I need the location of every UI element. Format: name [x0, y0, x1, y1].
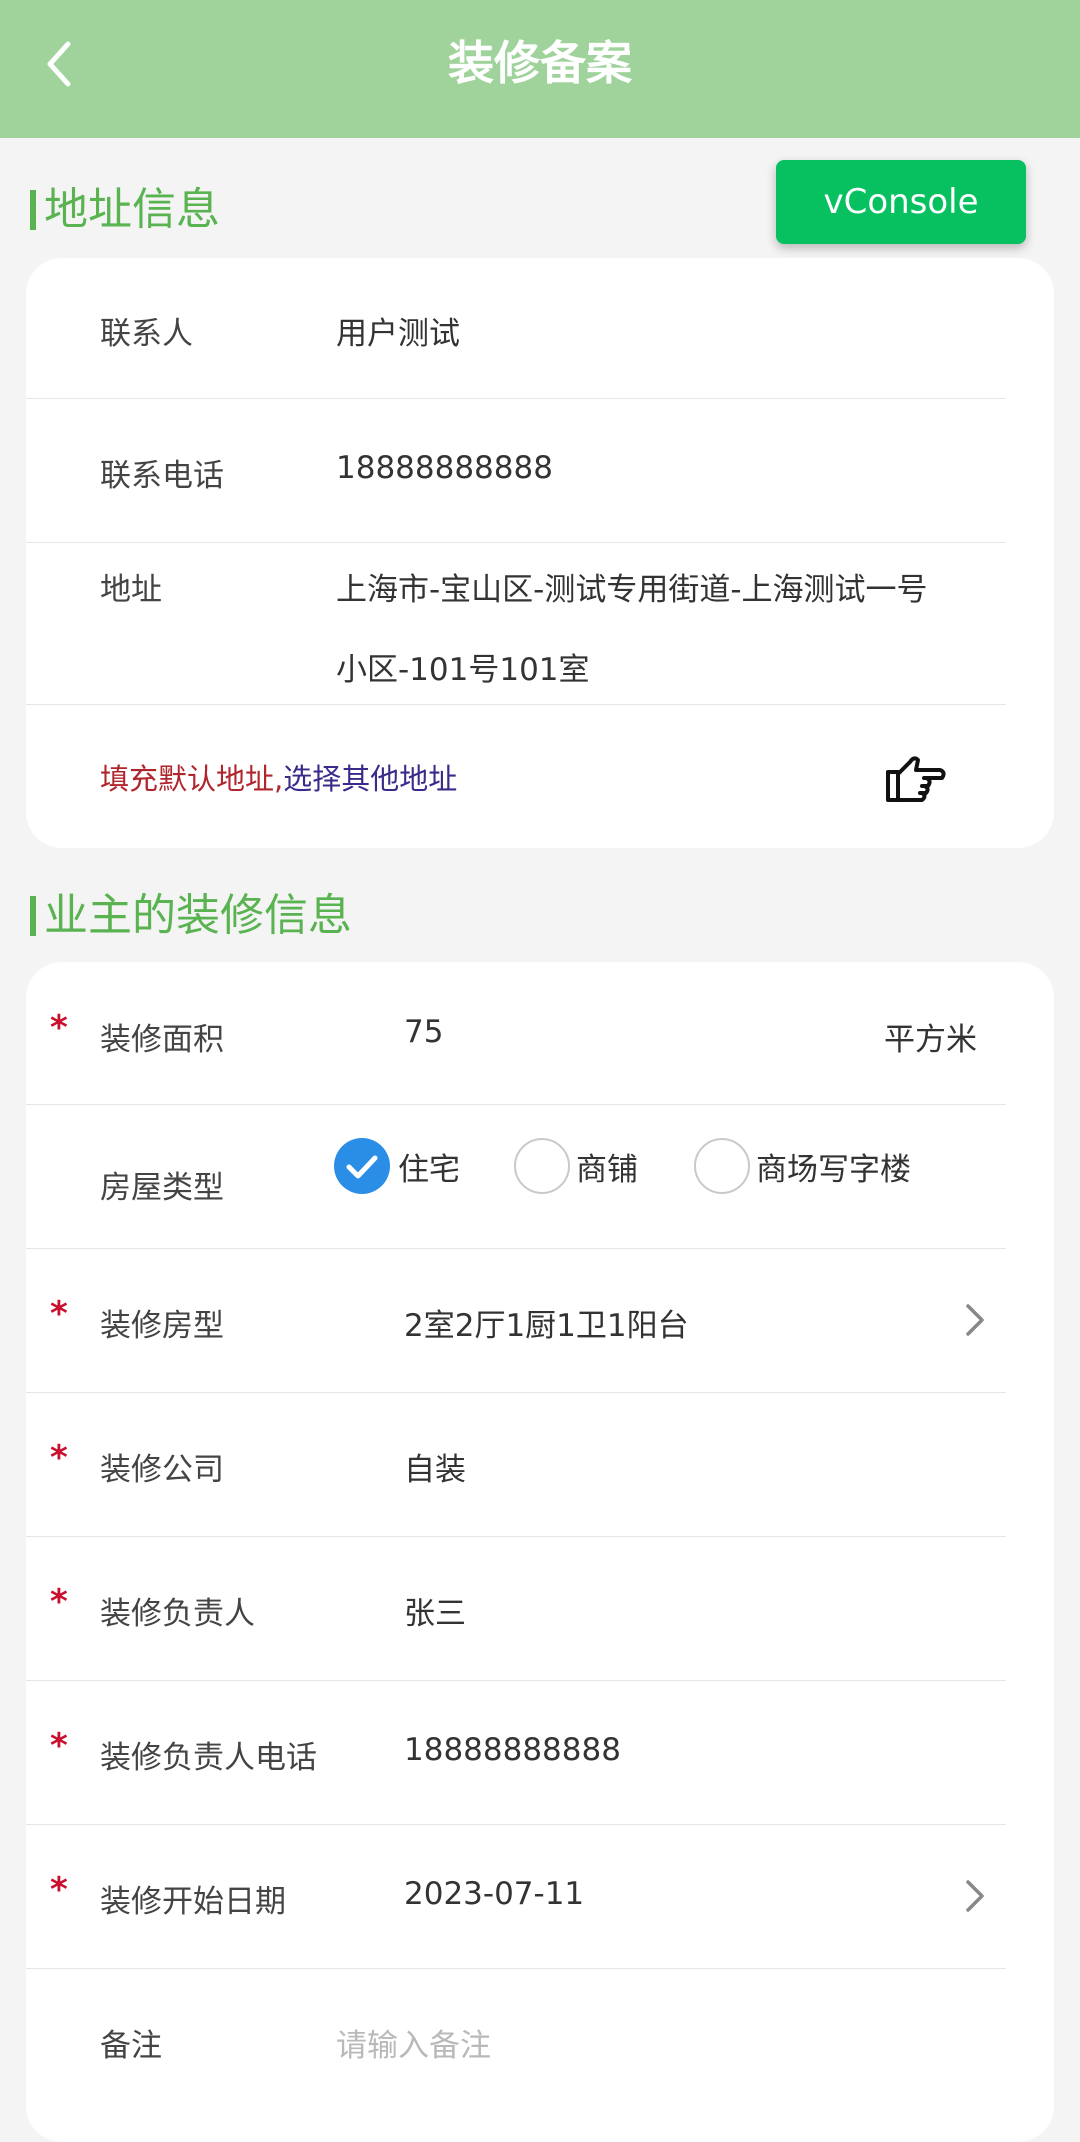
house-type-label: 房屋类型: [100, 1170, 224, 1206]
address-label: 地址: [100, 572, 162, 608]
house-type-radio-residential[interactable]: [334, 1138, 390, 1194]
company-label: 装修公司: [100, 1452, 224, 1488]
address-card: 联系人 用户测试 联系电话 18888888888 地址 上海市-宝山区-测试专…: [26, 258, 1054, 848]
manager-phone-row: * 装修负责人电话 18888888888: [26, 1680, 1006, 1825]
remark-row: 备注 请输入备注: [26, 1968, 1006, 2112]
start-date-label: 装修开始日期: [100, 1884, 286, 1920]
fill-default-address-link[interactable]: 填充默认地址,: [100, 762, 283, 796]
phone-value: 18888888888: [336, 450, 553, 486]
remark-input[interactable]: 请输入备注: [336, 2020, 491, 2065]
chevron-right-icon: [966, 1304, 984, 1336]
chevron-left-icon: [47, 41, 71, 87]
address-line-1: 上海市-宝山区-测试专用街道-上海测试一号: [336, 572, 928, 608]
house-type-radio-office[interactable]: [694, 1138, 750, 1194]
area-label: 装修面积: [100, 1022, 224, 1058]
check-icon: [346, 1155, 378, 1179]
start-date-value: 2023-07-11: [404, 1876, 585, 1912]
house-type-option-shop[interactable]: 商铺: [576, 1144, 638, 1189]
required-mark: *: [50, 1870, 68, 1910]
required-mark: *: [50, 1008, 68, 1048]
manager-phone-label: 装修负责人电话: [100, 1740, 317, 1776]
manager-phone-input[interactable]: 18888888888: [404, 1732, 621, 1768]
address-row: 地址 上海市-宝山区-测试专用街道-上海测试一号 小区-101号101室: [26, 542, 1006, 705]
house-type-option-office[interactable]: 商场写字楼: [756, 1144, 911, 1189]
required-mark: *: [50, 1438, 68, 1478]
manager-label: 装修负责人: [100, 1596, 255, 1632]
phone-label: 联系电话: [100, 458, 224, 494]
contact-row: 联系人 用户测试: [26, 258, 1006, 399]
chevron-right-icon: [966, 1880, 984, 1912]
company-input[interactable]: 自装: [404, 1444, 466, 1489]
address-line-2: 小区-101号101室: [336, 652, 590, 688]
required-mark: *: [50, 1294, 68, 1334]
choose-other-address-link[interactable]: 选择其他地址: [283, 762, 457, 796]
layout-label: 装修房型: [100, 1308, 224, 1344]
phone-row: 联系电话 18888888888: [26, 398, 1006, 543]
manager-input[interactable]: 张三: [404, 1588, 466, 1633]
address-actions: 填充默认地址,选择其他地址: [100, 756, 457, 798]
vconsole-button[interactable]: vConsole: [776, 160, 1026, 244]
address-actions-row: 填充默认地址,选择其他地址: [26, 704, 1006, 848]
page-title: 装修备案: [448, 36, 632, 90]
required-mark: *: [50, 1726, 68, 1766]
decoration-card: * 装修面积 75 平方米 房屋类型 住宅 商铺 商场写字楼 * 装修房型 2室…: [26, 962, 1054, 2142]
manager-row: * 装修负责人 张三: [26, 1536, 1006, 1681]
start-date-row[interactable]: * 装修开始日期 2023-07-11: [26, 1824, 1006, 1969]
back-button[interactable]: [34, 24, 114, 104]
address-section-title: 地址信息: [30, 180, 220, 240]
house-type-option-residential[interactable]: 住宅: [398, 1144, 460, 1189]
contact-label: 联系人: [100, 316, 193, 352]
pointing-hand-icon[interactable]: [884, 750, 948, 806]
house-type-row: 房屋类型 住宅 商铺 商场写字楼: [26, 1104, 1006, 1249]
area-row: * 装修面积 75 平方米: [26, 962, 1006, 1105]
decoration-section-title: 业主的装修信息: [30, 886, 352, 946]
layout-value: 2室2厅1厨1卫1阳台: [404, 1308, 689, 1344]
required-mark: *: [50, 1582, 68, 1622]
company-row: * 装修公司 自装: [26, 1392, 1006, 1537]
nav-bar: 装修备案: [0, 0, 1080, 138]
contact-value: 用户测试: [336, 316, 460, 352]
area-input[interactable]: 75: [404, 1014, 443, 1050]
house-type-radio-shop[interactable]: [514, 1138, 570, 1194]
area-unit: 平方米: [884, 1022, 977, 1058]
layout-row[interactable]: * 装修房型 2室2厅1厨1卫1阳台: [26, 1248, 1006, 1393]
remark-label: 备注: [100, 2028, 162, 2064]
